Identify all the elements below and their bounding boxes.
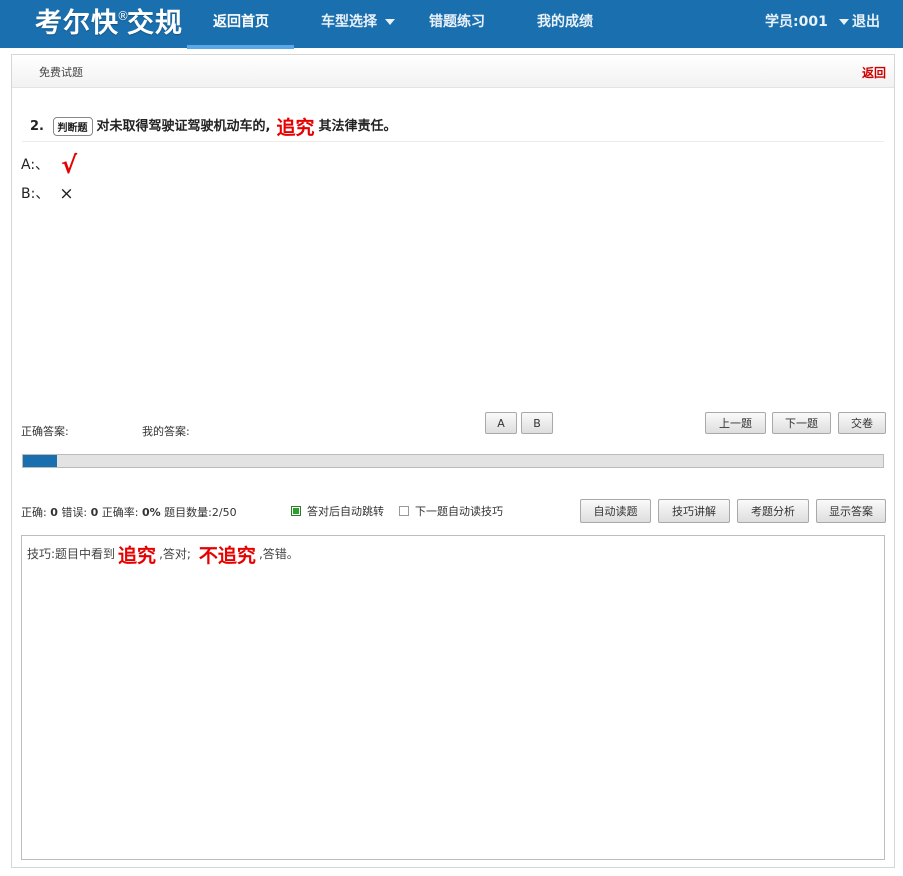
logout-link[interactable]: 退出: [852, 0, 880, 48]
option-b-prefix: B:、: [21, 186, 50, 202]
stat-wrong-label: 错误:: [61, 506, 88, 519]
tips-suffix: ,答错。: [258, 547, 299, 561]
question-keyword: 追究: [276, 117, 315, 139]
panel-header: 免费试题 返回: [12, 55, 894, 88]
option-b[interactable]: B:、 ×: [21, 183, 74, 204]
brand-logo[interactable]: 考尔快 ® 交规: [35, 6, 183, 42]
question-text-after: 其法律责任。: [318, 119, 397, 134]
question-analysis-button[interactable]: 考题分析: [737, 499, 809, 523]
auto-read-tip-label: 下一题自动读技巧: [415, 505, 503, 518]
question-text: 2. 判断题 对未取得驾驶证驾驶机动车的, 追究 其法律责任。: [30, 113, 397, 140]
question-number: 2.: [30, 119, 44, 134]
checkbox-checked-icon: [291, 506, 301, 516]
correct-answer-label: 正确答案:: [21, 425, 69, 438]
answer-a-button[interactable]: A: [485, 412, 517, 434]
next-question-button[interactable]: 下一题: [772, 412, 831, 434]
stat-correct-value: 0: [50, 506, 58, 519]
checkbox-unchecked-icon: [399, 506, 409, 516]
panel-title: 免费试题: [39, 66, 83, 79]
stats-summary: 正确: 0 错误: 0 正确率: 0% 题目数量:2/50: [21, 504, 237, 520]
exam-panel: 免费试题 返回 2. 判断题 对未取得驾驶证驾驶机动车的, 追究 其法律责任。 A:、…: [11, 54, 895, 868]
check-icon: √: [61, 151, 78, 179]
user-menu[interactable]: 学员:001: [765, 0, 849, 48]
show-answer-button[interactable]: 显示答案: [816, 499, 886, 523]
tips-text: 技巧:题目中看到 追究 ,答对; 不追究 ,答错。: [27, 541, 299, 568]
back-link[interactable]: 返回: [862, 64, 886, 81]
auto-read-question-button[interactable]: 自动读题: [580, 499, 651, 523]
auto-read-tip-checkbox[interactable]: 下一题自动读技巧: [399, 503, 503, 519]
answer-b-button[interactable]: B: [521, 412, 553, 434]
prev-question-button[interactable]: 上一题: [705, 412, 766, 434]
question-type-badge: 判断题: [52, 117, 93, 136]
divider: [22, 141, 884, 142]
nav-my-scores[interactable]: 我的成绩: [537, 0, 593, 48]
progress-fill: [23, 455, 58, 467]
stat-rate-label: 正确率:: [101, 506, 139, 519]
option-a[interactable]: A:、 √: [21, 151, 77, 179]
nav-wrong-practice[interactable]: 错题练习: [429, 0, 485, 48]
question-text-before: 对未取得驾驶证驾驶机动车的,: [96, 119, 271, 134]
registered-mark: ®: [117, 9, 130, 23]
top-nav-bar: 考尔快 ® 交规 返回首页 车型选择 错题练习 我的成绩 学员:001 退出: [0, 0, 903, 49]
auto-jump-checkbox[interactable]: 答对后自动跳转: [291, 503, 384, 519]
chevron-down-icon: [385, 19, 395, 25]
logout-label: 退出: [852, 14, 880, 30]
stat-count: 题目数量:2/50: [164, 506, 237, 519]
submit-exam-button[interactable]: 交卷: [838, 412, 886, 434]
nav-vehicle-type[interactable]: 车型选择: [321, 0, 395, 48]
nav-home[interactable]: 返回首页: [213, 0, 269, 48]
chevron-down-icon: [838, 19, 849, 25]
option-a-prefix: A:、: [21, 157, 50, 173]
nav-wrong-practice-label: 错题练习: [429, 14, 485, 30]
tips-prefix: 技巧:题目中看到: [27, 547, 116, 561]
cross-icon: ×: [59, 184, 74, 204]
brand-name-part1: 考尔快: [35, 8, 119, 39]
user-name: 学员:001: [765, 14, 828, 30]
my-answer-label: 我的答案:: [142, 425, 190, 438]
brand-name-part2: 交规: [127, 8, 183, 39]
progress-bar: [22, 454, 884, 468]
stat-rate-value: 0%: [141, 506, 161, 519]
tips-box: 技巧:题目中看到 追究 ,答对; 不追究 ,答错。: [21, 535, 885, 860]
tips-mid: ,答对;: [159, 547, 191, 561]
stat-wrong-value: 0: [90, 506, 99, 519]
tips-keyword-1: 追究: [118, 545, 157, 567]
nav-home-label: 返回首页: [213, 14, 269, 30]
skill-explain-button[interactable]: 技巧讲解: [658, 499, 730, 523]
nav-vehicle-type-label: 车型选择: [321, 14, 377, 30]
tips-keyword-2: 不追究: [198, 545, 256, 567]
auto-jump-label: 答对后自动跳转: [307, 505, 384, 518]
stat-correct-label: 正确:: [21, 506, 47, 519]
nav-active-indicator: [187, 45, 294, 49]
nav-my-scores-label: 我的成绩: [537, 14, 593, 30]
